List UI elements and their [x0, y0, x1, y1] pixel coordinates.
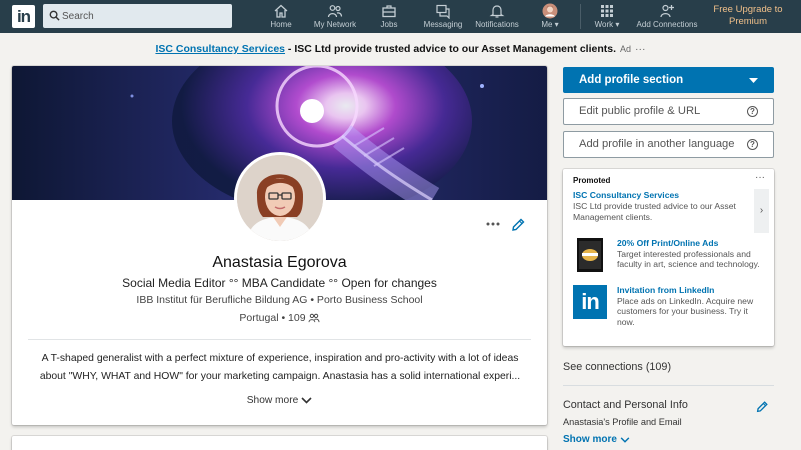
- nav-home-label: Home: [270, 20, 292, 29]
- nav-add-connections-label: Add Connections: [636, 20, 698, 29]
- profile-headline: Social Media Editor °° MBA Candidate °° …: [122, 276, 437, 290]
- profile-location-text: Portugal • 109: [239, 312, 306, 324]
- nav-me-text: Me: [541, 20, 553, 29]
- show-more-summary-button[interactable]: Show more: [12, 395, 547, 406]
- promoted-item-desc: Target interested professionals and facu…: [617, 248, 760, 270]
- profile-name: Anastasia Egorova: [212, 254, 347, 271]
- add-profile-section-button[interactable]: Add profile section: [563, 67, 774, 93]
- bell-icon: [489, 5, 505, 18]
- linkedin-ad-logo-icon: in: [573, 285, 607, 319]
- sponsored-banner: ISC Consultancy Services - ISC Ltd provi…: [0, 43, 801, 55]
- sponsored-text[interactable]: - ISC Ltd provide trusted advice to our …: [285, 43, 616, 55]
- nav-divider: [580, 4, 581, 29]
- more-actions-icon[interactable]: [485, 216, 501, 232]
- nav-home[interactable]: Home: [268, 0, 294, 33]
- promoted-item-text: Invitation from LinkedIn Place ads on Li…: [617, 285, 765, 327]
- nav-work-label: Work ▾: [594, 20, 620, 29]
- promoted-item-desc: Place ads on LinkedIn. Acquire new custo…: [617, 295, 754, 327]
- nav-notifications-label: Notifications: [475, 20, 519, 29]
- chevron-down-icon: [620, 437, 630, 443]
- chevron-down-icon: [301, 397, 312, 404]
- add-language-profile-label: Add profile in another language: [579, 138, 735, 150]
- profile-card: Anastasia Egorova Social Media Editor °°…: [12, 66, 547, 425]
- search-icon: [49, 10, 60, 21]
- grid-icon: [601, 5, 613, 17]
- promoted-item-title: Invitation from LinkedIn: [617, 285, 715, 295]
- search-box[interactable]: [43, 4, 232, 28]
- ad-label: Ad: [620, 44, 632, 54]
- profile-divider: [28, 339, 531, 340]
- caret-down-icon: [749, 78, 758, 83]
- promoted-title: Promoted: [573, 176, 611, 185]
- nav-notifications[interactable]: Notifications: [471, 0, 523, 33]
- nav-work[interactable]: Work ▾: [592, 0, 622, 33]
- contact-info-title: Contact and Personal Info: [563, 399, 688, 411]
- home-icon: [274, 4, 288, 18]
- print-ad-thumbnail: [577, 238, 603, 272]
- show-more-label: Show more: [246, 395, 299, 406]
- nav-work-text: Work: [594, 20, 614, 29]
- sponsored-link[interactable]: ISC Consultancy Services: [155, 43, 285, 55]
- profile-education[interactable]: IBB Institut für Berufliche Bildung AG •…: [12, 294, 547, 306]
- nav-my-network-label: My Network: [313, 20, 357, 29]
- promoted-item[interactable]: in Invitation from LinkedIn Place ads on…: [573, 285, 768, 327]
- next-section-card: [12, 436, 547, 450]
- promoted-card: Promoted ··· ISC Consultancy Services IS…: [563, 169, 774, 346]
- nav-me-label: Me ▾: [541, 20, 559, 29]
- contact-info-subtitle: Anastasia's Profile and Email: [563, 417, 682, 427]
- promoted-item[interactable]: 20% Off Print/Online Ads Target interest…: [573, 238, 768, 278]
- ad-options-dots[interactable]: ···: [635, 43, 646, 55]
- network-icon: [327, 5, 343, 18]
- promoted-options-dots[interactable]: ···: [755, 172, 765, 183]
- nav-my-network[interactable]: My Network: [310, 0, 360, 33]
- promoted-item-title: 20% Off Print/Online Ads: [617, 238, 719, 248]
- show-more-contact-label: Show more: [563, 434, 617, 445]
- promoted-main-text: ISC Ltd provide trusted advice to our As…: [573, 201, 736, 222]
- add-person-icon: [660, 4, 674, 18]
- avatar-icon: [542, 3, 558, 19]
- profile-photo-image: [237, 155, 323, 241]
- promoted-main-title: ISC Consultancy Services: [573, 190, 680, 200]
- edit-public-profile-label: Edit public profile & URL: [579, 105, 701, 117]
- promoted-next-arrow[interactable]: ›: [754, 189, 769, 233]
- messaging-icon: [436, 4, 450, 19]
- rail-divider: [563, 385, 774, 386]
- briefcase-icon: [382, 5, 396, 18]
- nav-jobs[interactable]: Jobs: [376, 0, 402, 33]
- edit-contact-pencil-icon[interactable]: [755, 400, 769, 414]
- help-icon: ?: [747, 106, 758, 117]
- nav-add-connections[interactable]: Add Connections: [634, 0, 700, 33]
- nav-messaging[interactable]: Messaging: [420, 0, 466, 33]
- nav-messaging-label: Messaging: [423, 20, 463, 29]
- promoted-item-text: 20% Off Print/Online Ads Target interest…: [617, 238, 765, 270]
- add-profile-section-label: Add profile section: [579, 74, 684, 86]
- add-language-profile-button[interactable]: Add profile in another language?: [563, 131, 774, 158]
- profile-location: Portugal • 109: [12, 312, 547, 324]
- show-more-contact-button[interactable]: Show more: [563, 434, 630, 445]
- promoted-main-ad[interactable]: ISC Consultancy Services ISC Ltd provide…: [573, 190, 749, 223]
- connections-icon[interactable]: [308, 313, 320, 323]
- linkedin-logo[interactable]: in: [12, 5, 35, 28]
- see-connections-link[interactable]: See connections (109): [563, 361, 671, 373]
- help-icon: ?: [747, 139, 758, 150]
- premium-upsell-link[interactable]: Free Upgrade to Premium: [713, 4, 783, 28]
- edit-public-profile-button[interactable]: Edit public profile & URL?: [563, 98, 774, 125]
- profile-photo[interactable]: [234, 152, 326, 244]
- search-input[interactable]: [62, 4, 227, 28]
- profile-summary: A T-shaped generalist with a perfect mix…: [39, 353, 521, 382]
- nav-me[interactable]: Me ▾: [536, 0, 564, 33]
- top-nav: in Home My Network Jobs Messaging Notifi…: [0, 0, 801, 33]
- edit-intro-pencil-icon[interactable]: [510, 217, 526, 233]
- nav-jobs-label: Jobs: [380, 20, 398, 29]
